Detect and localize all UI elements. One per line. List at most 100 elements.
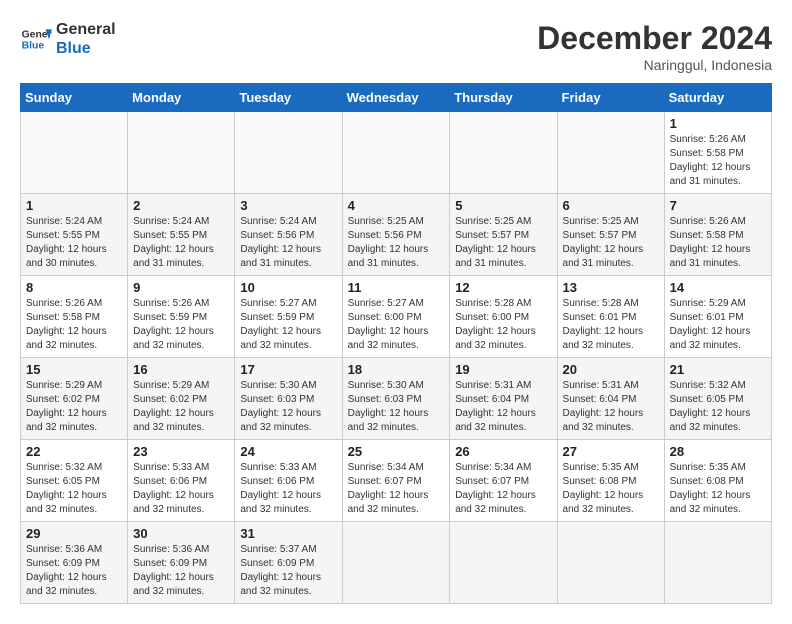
header-tuesday: Tuesday xyxy=(235,84,342,112)
day-cell-15: 15 Sunrise: 5:29 AM Sunset: 6:02 PM Dayl… xyxy=(21,358,128,440)
page-header: General Blue General Blue December 2024 … xyxy=(20,20,772,73)
day-cell-5: 5 Sunrise: 5:25 AM Sunset: 5:57 PM Dayli… xyxy=(450,194,557,276)
day-cell-22: 22 Sunrise: 5:32 AM Sunset: 6:05 PM Dayl… xyxy=(21,440,128,522)
day-info: Sunrise: 5:25 AM Sunset: 5:56 PM Dayligh… xyxy=(348,215,445,271)
empty-cell xyxy=(235,112,342,194)
calendar-table: SundayMondayTuesdayWednesdayThursdayFrid… xyxy=(20,83,772,604)
day-cell-21: 21 Sunrise: 5:32 AM Sunset: 6:05 PM Dayl… xyxy=(664,358,771,440)
day-info: Sunrise: 5:35 AM Sunset: 6:08 PM Dayligh… xyxy=(563,461,659,517)
calendar-header-row: SundayMondayTuesdayWednesdayThursdayFrid… xyxy=(21,84,772,112)
empty-cell xyxy=(664,522,771,604)
day-cell-3: 3 Sunrise: 5:24 AM Sunset: 5:56 PM Dayli… xyxy=(235,194,342,276)
day-number: 11 xyxy=(348,280,445,295)
day-number: 21 xyxy=(670,362,766,377)
week-row-5: 29 Sunrise: 5:36 AM Sunset: 6:09 PM Dayl… xyxy=(21,522,772,604)
day-cell-14: 14 Sunrise: 5:29 AM Sunset: 6:01 PM Dayl… xyxy=(664,276,771,358)
day-number: 9 xyxy=(133,280,229,295)
day-cell-28: 28 Sunrise: 5:35 AM Sunset: 6:08 PM Dayl… xyxy=(664,440,771,522)
day-info: Sunrise: 5:29 AM Sunset: 6:02 PM Dayligh… xyxy=(26,379,122,435)
day-cell-10: 10 Sunrise: 5:27 AM Sunset: 5:59 PM Dayl… xyxy=(235,276,342,358)
month-title: December 2024 xyxy=(537,20,772,57)
day-number: 19 xyxy=(455,362,551,377)
header-saturday: Saturday xyxy=(664,84,771,112)
day-info: Sunrise: 5:27 AM Sunset: 6:00 PM Dayligh… xyxy=(348,297,445,353)
day-number: 15 xyxy=(26,362,122,377)
day-number: 13 xyxy=(563,280,659,295)
day-number: 1 xyxy=(670,116,766,131)
day-cell-31: 31 Sunrise: 5:37 AM Sunset: 6:09 PM Dayl… xyxy=(235,522,342,604)
week-row-1: 1 Sunrise: 5:24 AM Sunset: 5:55 PM Dayli… xyxy=(21,194,772,276)
day-number: 30 xyxy=(133,526,229,541)
day-info: Sunrise: 5:30 AM Sunset: 6:03 PM Dayligh… xyxy=(240,379,336,435)
empty-cell xyxy=(342,112,450,194)
day-info: Sunrise: 5:25 AM Sunset: 5:57 PM Dayligh… xyxy=(563,215,659,271)
empty-cell xyxy=(21,112,128,194)
day-info: Sunrise: 5:32 AM Sunset: 6:05 PM Dayligh… xyxy=(26,461,122,517)
logo: General Blue General Blue xyxy=(20,20,116,58)
day-cell-13: 13 Sunrise: 5:28 AM Sunset: 6:01 PM Dayl… xyxy=(557,276,664,358)
day-cell-23: 23 Sunrise: 5:33 AM Sunset: 6:06 PM Dayl… xyxy=(128,440,235,522)
day-info: Sunrise: 5:31 AM Sunset: 6:04 PM Dayligh… xyxy=(455,379,551,435)
day-number: 5 xyxy=(455,198,551,213)
day-info: Sunrise: 5:24 AM Sunset: 5:55 PM Dayligh… xyxy=(26,215,122,271)
day-info: Sunrise: 5:30 AM Sunset: 6:03 PM Dayligh… xyxy=(348,379,445,435)
day-info: Sunrise: 5:28 AM Sunset: 6:00 PM Dayligh… xyxy=(455,297,551,353)
day-cell-16: 16 Sunrise: 5:29 AM Sunset: 6:02 PM Dayl… xyxy=(128,358,235,440)
day-number: 4 xyxy=(348,198,445,213)
day-number: 22 xyxy=(26,444,122,459)
week-row-2: 8 Sunrise: 5:26 AM Sunset: 5:58 PM Dayli… xyxy=(21,276,772,358)
day-cell-20: 20 Sunrise: 5:31 AM Sunset: 6:04 PM Dayl… xyxy=(557,358,664,440)
day-cell-1: 1 Sunrise: 5:26 AM Sunset: 5:58 PM Dayli… xyxy=(664,112,771,194)
day-number: 1 xyxy=(26,198,122,213)
day-number: 10 xyxy=(240,280,336,295)
day-cell-19: 19 Sunrise: 5:31 AM Sunset: 6:04 PM Dayl… xyxy=(450,358,557,440)
day-info: Sunrise: 5:36 AM Sunset: 6:09 PM Dayligh… xyxy=(26,543,122,599)
day-info: Sunrise: 5:37 AM Sunset: 6:09 PM Dayligh… xyxy=(240,543,336,599)
day-cell-1: 1 Sunrise: 5:24 AM Sunset: 5:55 PM Dayli… xyxy=(21,194,128,276)
day-number: 7 xyxy=(670,198,766,213)
logo-icon: General Blue xyxy=(20,23,52,55)
day-cell-27: 27 Sunrise: 5:35 AM Sunset: 6:08 PM Dayl… xyxy=(557,440,664,522)
day-info: Sunrise: 5:31 AM Sunset: 6:04 PM Dayligh… xyxy=(563,379,659,435)
title-block: December 2024 Naringgul, Indonesia xyxy=(537,20,772,73)
day-number: 27 xyxy=(563,444,659,459)
day-info: Sunrise: 5:36 AM Sunset: 6:09 PM Dayligh… xyxy=(133,543,229,599)
day-info: Sunrise: 5:35 AM Sunset: 6:08 PM Dayligh… xyxy=(670,461,766,517)
day-cell-26: 26 Sunrise: 5:34 AM Sunset: 6:07 PM Dayl… xyxy=(450,440,557,522)
day-cell-29: 29 Sunrise: 5:36 AM Sunset: 6:09 PM Dayl… xyxy=(21,522,128,604)
day-number: 20 xyxy=(563,362,659,377)
day-info: Sunrise: 5:34 AM Sunset: 6:07 PM Dayligh… xyxy=(455,461,551,517)
day-cell-24: 24 Sunrise: 5:33 AM Sunset: 6:06 PM Dayl… xyxy=(235,440,342,522)
day-cell-6: 6 Sunrise: 5:25 AM Sunset: 5:57 PM Dayli… xyxy=(557,194,664,276)
day-number: 8 xyxy=(26,280,122,295)
day-info: Sunrise: 5:33 AM Sunset: 6:06 PM Dayligh… xyxy=(133,461,229,517)
day-info: Sunrise: 5:26 AM Sunset: 5:58 PM Dayligh… xyxy=(670,215,766,271)
logo-text: General xyxy=(56,20,116,39)
day-number: 24 xyxy=(240,444,336,459)
day-cell-25: 25 Sunrise: 5:34 AM Sunset: 6:07 PM Dayl… xyxy=(342,440,450,522)
day-number: 6 xyxy=(563,198,659,213)
day-info: Sunrise: 5:24 AM Sunset: 5:55 PM Dayligh… xyxy=(133,215,229,271)
day-info: Sunrise: 5:32 AM Sunset: 6:05 PM Dayligh… xyxy=(670,379,766,435)
week-row-4: 22 Sunrise: 5:32 AM Sunset: 6:05 PM Dayl… xyxy=(21,440,772,522)
day-info: Sunrise: 5:34 AM Sunset: 6:07 PM Dayligh… xyxy=(348,461,445,517)
day-info: Sunrise: 5:25 AM Sunset: 5:57 PM Dayligh… xyxy=(455,215,551,271)
calendar-body: 1 Sunrise: 5:26 AM Sunset: 5:58 PM Dayli… xyxy=(21,112,772,604)
svg-text:Blue: Blue xyxy=(22,41,45,52)
empty-cell xyxy=(557,522,664,604)
day-cell-4: 4 Sunrise: 5:25 AM Sunset: 5:56 PM Dayli… xyxy=(342,194,450,276)
day-number: 2 xyxy=(133,198,229,213)
day-info: Sunrise: 5:29 AM Sunset: 6:02 PM Dayligh… xyxy=(133,379,229,435)
day-info: Sunrise: 5:29 AM Sunset: 6:01 PM Dayligh… xyxy=(670,297,766,353)
day-number: 12 xyxy=(455,280,551,295)
day-number: 25 xyxy=(348,444,445,459)
day-info: Sunrise: 5:27 AM Sunset: 5:59 PM Dayligh… xyxy=(240,297,336,353)
empty-cell xyxy=(557,112,664,194)
day-info: Sunrise: 5:24 AM Sunset: 5:56 PM Dayligh… xyxy=(240,215,336,271)
empty-cell xyxy=(342,522,450,604)
week-row-3: 15 Sunrise: 5:29 AM Sunset: 6:02 PM Dayl… xyxy=(21,358,772,440)
header-thursday: Thursday xyxy=(450,84,557,112)
empty-cell xyxy=(450,112,557,194)
day-cell-2: 2 Sunrise: 5:24 AM Sunset: 5:55 PM Dayli… xyxy=(128,194,235,276)
logo-subtext: Blue xyxy=(56,39,116,58)
